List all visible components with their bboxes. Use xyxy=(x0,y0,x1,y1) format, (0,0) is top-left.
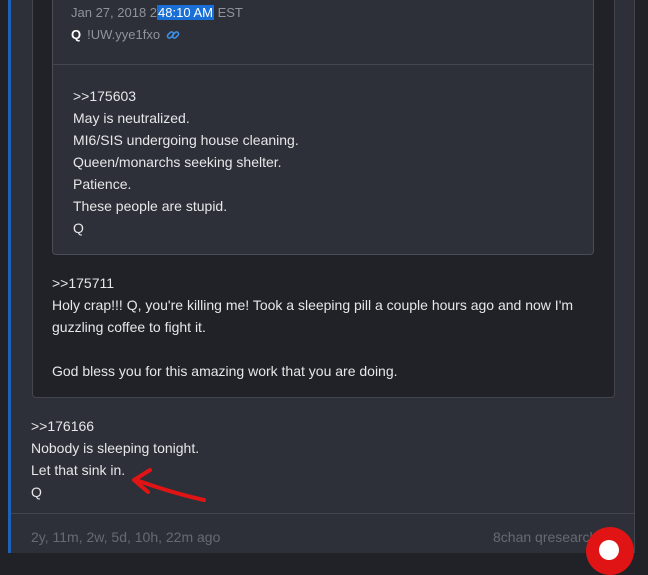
timestamp-prefix: Jan 27, 2018 2 xyxy=(71,5,158,20)
fab-dot-icon xyxy=(599,540,619,560)
body-line: Patience. xyxy=(73,176,132,192)
red-arrow-annotation xyxy=(132,468,206,502)
signature: Q xyxy=(73,220,84,236)
reply-post-body: >>175711 Holy crap!!! Q, you're killing … xyxy=(52,272,573,382)
post-source[interactable]: 8chan qresearch xyxy=(493,529,597,545)
quoted-card-divider xyxy=(53,64,593,65)
tripcode: !UW.yye1fxo xyxy=(87,27,161,42)
body-line: May is neutralized. xyxy=(73,110,190,126)
quoted-author-row: Q !UW.yye1fxo xyxy=(71,27,180,45)
quoted-post-body: >>175603 May is neutralized. MI6/SIS und… xyxy=(73,85,299,239)
post-link[interactable]: >>175711 xyxy=(52,272,573,294)
post-link[interactable]: >>175603 xyxy=(73,85,299,107)
body-line: Queen/monarchs seeking shelter. xyxy=(73,154,282,170)
author-name[interactable]: Q xyxy=(71,27,81,42)
post-age: 2y, 11m, 2w, 5d, 10h, 22m ago xyxy=(31,529,221,545)
body-line: These people are stupid. xyxy=(73,198,228,214)
timestamp-suffix: EST xyxy=(213,5,243,20)
footer-divider xyxy=(11,513,635,514)
body-line: Holy crap!!! Q, you're killing me! Took … xyxy=(52,297,574,313)
link-icon[interactable] xyxy=(166,28,180,45)
body-line: God bless you for this amazing work that… xyxy=(52,363,398,379)
quoted-timestamp: Jan 27, 2018 248:10 AM EST xyxy=(71,5,243,20)
timestamp-selection: 48:10 AM xyxy=(157,5,214,20)
post-link[interactable]: >>176166 xyxy=(31,415,199,437)
body-line: guzzling coffee to fight it. xyxy=(52,319,206,335)
body-line: MI6/SIS undergoing house cleaning. xyxy=(73,132,299,148)
body-line: Nobody is sleeping tonight. xyxy=(31,440,200,456)
